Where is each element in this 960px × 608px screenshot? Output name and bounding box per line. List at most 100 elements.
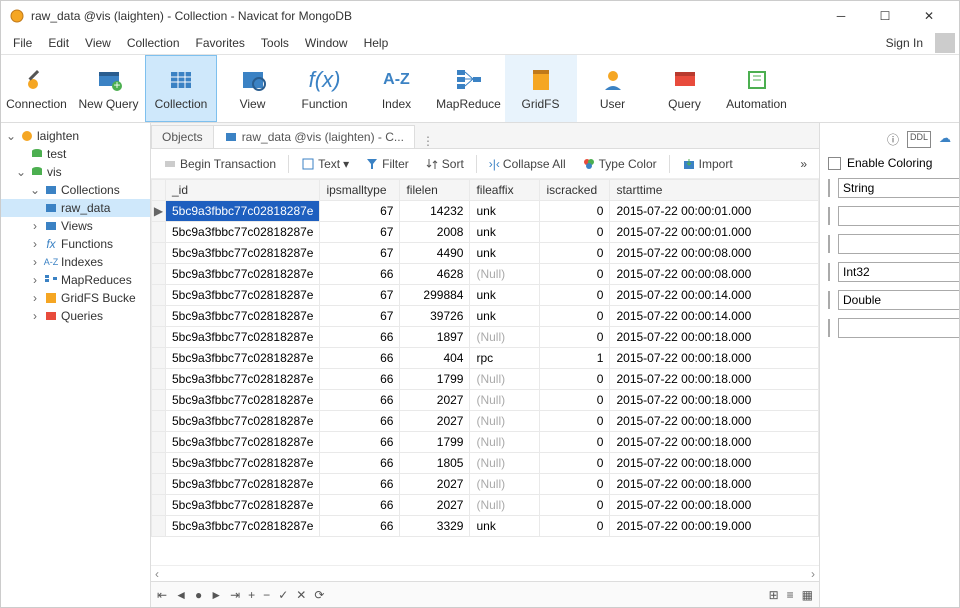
- filter-button[interactable]: Filter: [359, 155, 415, 173]
- tab-raw-data[interactable]: raw_data @vis (laighten) - C...: [213, 125, 415, 148]
- col-fileaffix[interactable]: fileaffix: [470, 180, 540, 201]
- tree-collections[interactable]: ⌄Collections: [1, 181, 150, 199]
- tree-gridfs[interactable]: ›GridFS Bucke: [1, 289, 150, 307]
- tab-objects[interactable]: Objects: [151, 125, 214, 148]
- refresh-icon[interactable]: ⟳: [314, 588, 324, 602]
- tree-raw-data[interactable]: raw_data: [1, 199, 150, 217]
- view-form-icon[interactable]: ≡: [787, 588, 794, 602]
- legend-input[interactable]: [838, 234, 959, 254]
- commit-icon[interactable]: ✓: [278, 588, 288, 602]
- close-button[interactable]: ✕: [907, 1, 951, 31]
- table-row[interactable]: 5bc9a3fbbc77c02818287e 66 404 rpc 1 2015…: [152, 348, 819, 369]
- menu-view[interactable]: View: [77, 34, 119, 52]
- ddl-icon[interactable]: DDL: [907, 131, 931, 148]
- nav-stop-icon[interactable]: ●: [195, 588, 202, 602]
- menubar: File Edit View Collection Favorites Tool…: [1, 31, 959, 55]
- table-row[interactable]: 5bc9a3fbbc77c02818287e 66 2027 (Null) 0 …: [152, 390, 819, 411]
- tree-views[interactable]: ›Views: [1, 217, 150, 235]
- table-row[interactable]: 5bc9a3fbbc77c02818287e 67 299884 unk 0 2…: [152, 285, 819, 306]
- toolbar-overflow-icon[interactable]: »: [794, 155, 813, 173]
- table-row[interactable]: 5bc9a3fbbc77c02818287e 66 2027 (Null) 0 …: [152, 411, 819, 432]
- new-query-button[interactable]: +New Query: [73, 55, 145, 122]
- collection-button[interactable]: Collection: [145, 55, 217, 122]
- table-row[interactable]: 5bc9a3fbbc77c02818287e 67 39726 unk 0 20…: [152, 306, 819, 327]
- table-row[interactable]: 5bc9a3fbbc77c02818287e 67 4490 unk 0 201…: [152, 243, 819, 264]
- table-row[interactable]: 5bc9a3fbbc77c02818287e 66 3329 unk 0 201…: [152, 516, 819, 537]
- nav-next-icon[interactable]: ►: [210, 588, 222, 602]
- avatar-icon[interactable]: [935, 33, 955, 53]
- connection-button[interactable]: Connection: [1, 55, 73, 122]
- col-filelen[interactable]: filelen: [400, 180, 470, 201]
- menu-window[interactable]: Window: [297, 34, 356, 52]
- col-iscracked[interactable]: iscracked: [540, 180, 610, 201]
- tree-queries[interactable]: ›Queries: [1, 307, 150, 325]
- import-button[interactable]: Import: [676, 155, 739, 173]
- view-button[interactable]: View: [217, 55, 289, 122]
- menu-help[interactable]: Help: [356, 34, 397, 52]
- view-grid-icon[interactable]: ⊞: [769, 588, 779, 602]
- tree-functions[interactable]: ›fxFunctions: [1, 235, 150, 253]
- cloud-icon[interactable]: ☁: [939, 131, 951, 148]
- table-row[interactable]: 5bc9a3fbbc77c02818287e 66 1805 (Null) 0 …: [152, 453, 819, 474]
- col-id[interactable]: _id: [166, 180, 320, 201]
- begin-transaction-button[interactable]: Begin Transaction: [157, 155, 282, 173]
- tree-db-vis[interactable]: ⌄vis: [1, 163, 150, 181]
- tab-overflow-icon[interactable]: ⋮: [422, 134, 434, 148]
- legend-input[interactable]: [838, 262, 959, 282]
- cancel-icon[interactable]: ✕: [296, 588, 306, 602]
- maximize-button[interactable]: ☐: [863, 1, 907, 31]
- legend-item[interactable]: [828, 318, 951, 338]
- tree-indexes[interactable]: ›A-ZIndexes: [1, 253, 150, 271]
- query-button[interactable]: Query: [649, 55, 721, 122]
- tree-connection[interactable]: ⌄laighten: [1, 127, 150, 145]
- legend-input[interactable]: [838, 290, 959, 310]
- legend-input[interactable]: [838, 206, 959, 226]
- function-button[interactable]: f(x)Function: [289, 55, 361, 122]
- data-grid[interactable]: _id ipsmalltype filelen fileaffix iscrac…: [151, 179, 819, 565]
- text-button[interactable]: Text ▾: [295, 155, 355, 173]
- menu-tools[interactable]: Tools: [253, 34, 297, 52]
- menu-file[interactable]: File: [5, 34, 40, 52]
- table-row[interactable]: ▶ 5bc9a3fbbc77c02818287e 67 14232 unk 0 …: [152, 201, 819, 222]
- automation-button[interactable]: Automation: [721, 55, 793, 122]
- menu-favorites[interactable]: Favorites: [188, 34, 253, 52]
- info-icon[interactable]: ⓘ: [887, 131, 899, 148]
- legend-item[interactable]: [828, 206, 951, 226]
- tree-db-test[interactable]: test: [1, 145, 150, 163]
- legend-input[interactable]: [838, 318, 959, 338]
- table-row[interactable]: 5bc9a3fbbc77c02818287e 66 2027 (Null) 0 …: [152, 495, 819, 516]
- minimize-button[interactable]: ─: [819, 1, 863, 31]
- table-row[interactable]: 5bc9a3fbbc77c02818287e 67 2008 unk 0 201…: [152, 222, 819, 243]
- nav-last-icon[interactable]: ⇥: [230, 588, 240, 602]
- legend-item[interactable]: [828, 234, 951, 254]
- add-row-icon[interactable]: +: [248, 588, 255, 602]
- nav-prev-icon[interactable]: ◄: [175, 588, 187, 602]
- gridfs-button[interactable]: GridFS: [505, 55, 577, 122]
- table-row[interactable]: 5bc9a3fbbc77c02818287e 66 2027 (Null) 0 …: [152, 474, 819, 495]
- col-ipsmalltype[interactable]: ipsmalltype: [320, 180, 400, 201]
- table-row[interactable]: 5bc9a3fbbc77c02818287e 66 1799 (Null) 0 …: [152, 369, 819, 390]
- menu-edit[interactable]: Edit: [40, 34, 77, 52]
- tree-mapreduces[interactable]: ›MapReduces: [1, 271, 150, 289]
- legend-item[interactable]: [828, 178, 951, 198]
- collapse-all-button[interactable]: ›|‹Collapse All: [483, 155, 572, 173]
- nav-first-icon[interactable]: ⇤: [157, 588, 167, 602]
- menu-collection[interactable]: Collection: [119, 34, 188, 52]
- sort-button[interactable]: Sort: [419, 155, 470, 173]
- index-button[interactable]: A-ZIndex: [361, 55, 433, 122]
- legend-item[interactable]: [828, 290, 951, 310]
- legend-input[interactable]: [838, 178, 959, 198]
- view-json-icon[interactable]: ▦: [802, 588, 813, 602]
- mapreduce-button[interactable]: MapReduce: [433, 55, 505, 122]
- col-starttime[interactable]: starttime: [610, 180, 819, 201]
- table-row[interactable]: 5bc9a3fbbc77c02818287e 66 1799 (Null) 0 …: [152, 432, 819, 453]
- enable-coloring-checkbox[interactable]: Enable Coloring: [828, 156, 951, 170]
- table-row[interactable]: 5bc9a3fbbc77c02818287e 66 1897 (Null) 0 …: [152, 327, 819, 348]
- sign-in-link[interactable]: Sign In: [878, 34, 931, 52]
- type-color-button[interactable]: Type Color: [576, 155, 663, 173]
- table-row[interactable]: 5bc9a3fbbc77c02818287e 66 4628 (Null) 0 …: [152, 264, 819, 285]
- legend-item[interactable]: [828, 262, 951, 282]
- delete-row-icon[interactable]: −: [263, 588, 270, 602]
- user-button[interactable]: User: [577, 55, 649, 122]
- horizontal-scrollbar[interactable]: ‹›: [151, 565, 819, 581]
